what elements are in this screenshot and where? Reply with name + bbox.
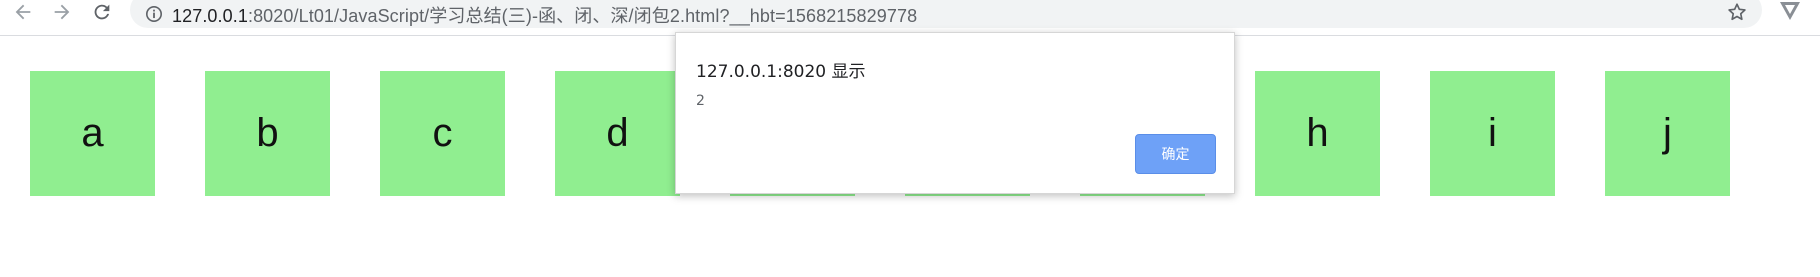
tile-label: d [606,111,629,155]
extension-icon[interactable] [1778,0,1802,22]
alert-title: 127.0.0.1:8020 显示 [696,62,866,82]
tile-i[interactable]: i [1430,71,1555,196]
browser-toolbar: 127.0.0.1:8020/Lt01/JavaScript/学习总结(三)-函… [0,0,1820,36]
reload-icon[interactable] [87,0,117,24]
ok-button[interactable]: 确定 [1135,134,1216,174]
forward-arrow-icon[interactable] [47,0,77,24]
tile-label: j [1663,111,1672,155]
address-bar[interactable]: 127.0.0.1:8020/Lt01/JavaScript/学习总结(三)-函… [130,0,1762,28]
tile-j[interactable]: j [1605,71,1730,196]
tile-label: i [1488,111,1497,155]
url-path: :8020/Lt01/JavaScript/学习总结(三)-函、闭、深/闭包2.… [247,6,918,26]
alert-dialog: 127.0.0.1:8020 显示 2 确定 [675,32,1235,194]
url-host: 127.0.0.1 [172,6,248,26]
tile-c[interactable]: c [380,71,505,196]
star-icon[interactable] [1726,1,1748,23]
tile-b[interactable]: b [205,71,330,196]
info-icon[interactable] [145,5,163,23]
tile-label: h [1306,111,1329,155]
back-arrow-icon[interactable] [8,0,38,24]
tile-label: b [256,111,279,155]
tile-h[interactable]: h [1255,71,1380,196]
tile-label: a [81,111,104,155]
tile-label: c [432,111,453,155]
url-text[interactable]: 127.0.0.1:8020/Lt01/JavaScript/学习总结(三)-函… [172,2,917,28]
alert-message: 2 [696,93,705,109]
tile-d[interactable]: d [555,71,680,196]
tile-a[interactable]: a [30,71,155,196]
